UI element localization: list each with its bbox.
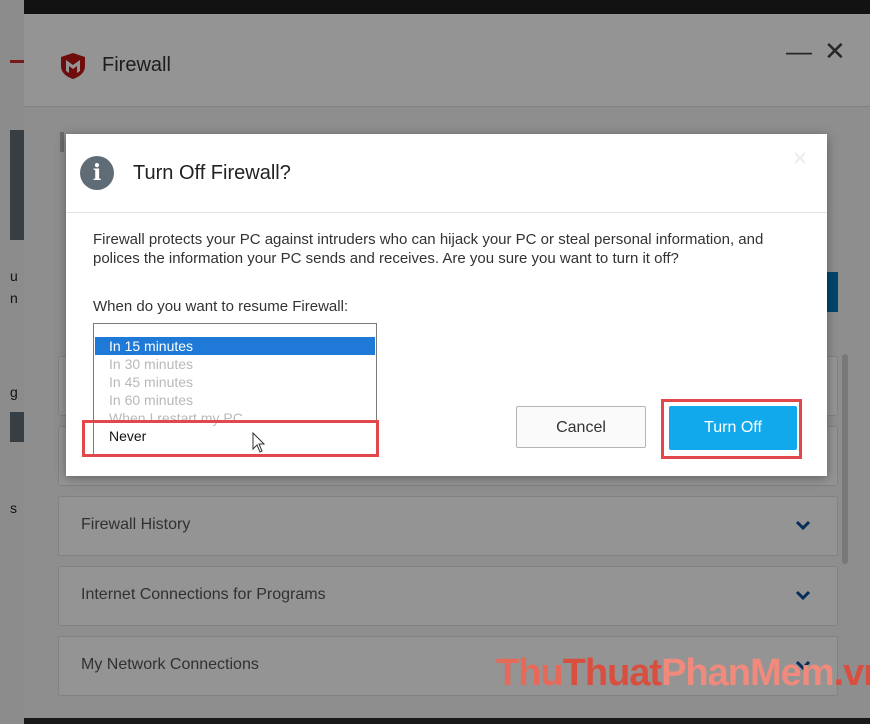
dialog-title: Turn Off Firewall? (133, 162, 291, 184)
info-icon: i (80, 156, 114, 190)
watermark-part: Thu (496, 652, 564, 694)
option-60-minutes[interactable]: In 60 minutes (95, 391, 375, 409)
watermark: ThuThuatPhanMem.vn (496, 652, 870, 695)
watermark-part: PhanMem (661, 652, 834, 694)
watermark-part: Thuat (562, 652, 662, 694)
never-highlight-box (82, 420, 379, 457)
dialog-close-icon[interactable] (790, 148, 810, 168)
dialog-header: i Turn Off Firewall? (66, 134, 827, 213)
option-15-minutes[interactable]: In 15 minutes (95, 337, 375, 355)
mouse-cursor-icon (252, 432, 266, 453)
dialog-message: Firewall protects your PC against intrud… (93, 231, 764, 267)
resume-question-label: When do you want to resume Firewall: (93, 298, 349, 315)
watermark-part: .vn (833, 652, 870, 694)
turn-off-firewall-dialog: i Turn Off Firewall? Firewall protects y… (66, 134, 827, 476)
option-30-minutes[interactable]: In 30 minutes (95, 355, 375, 373)
cancel-button[interactable]: Cancel (516, 406, 646, 448)
turn-off-highlight-box (661, 399, 802, 459)
option-45-minutes[interactable]: In 45 minutes (95, 373, 375, 391)
